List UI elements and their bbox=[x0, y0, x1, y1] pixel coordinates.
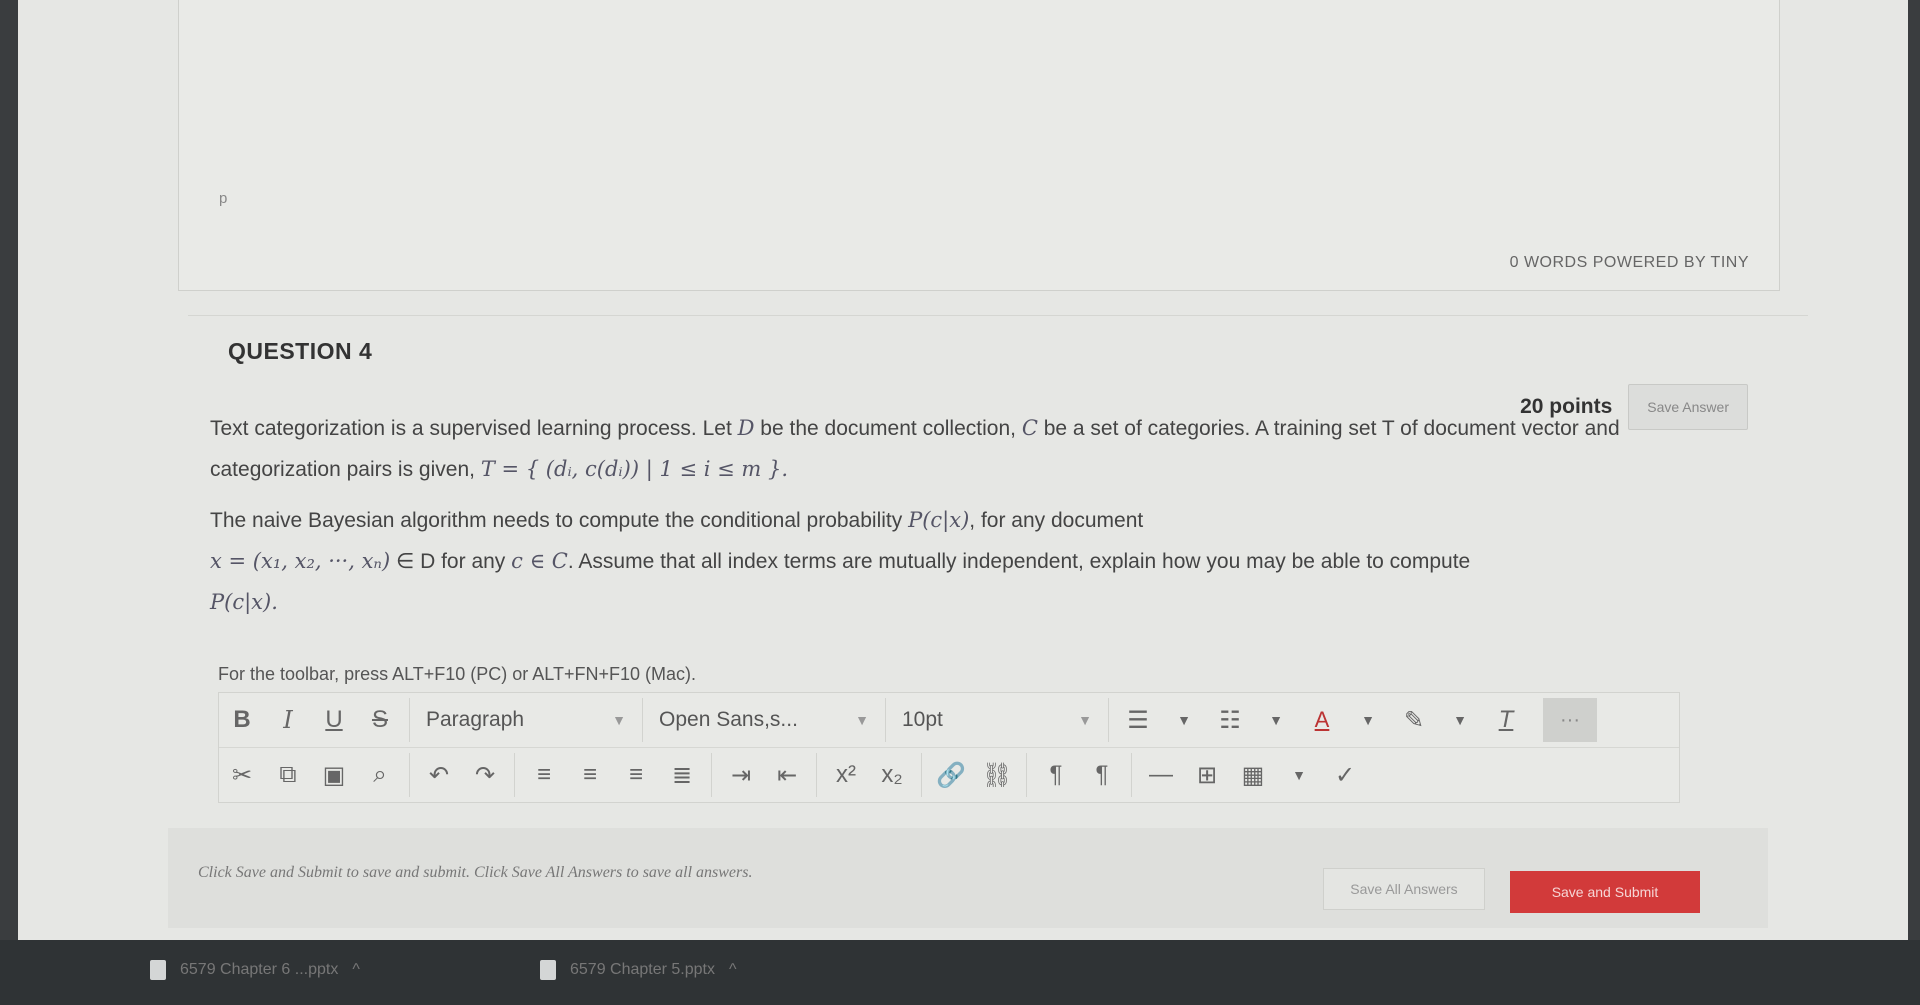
editor-toolbar: B I U S Paragraph ▼ Open Sans,s... ▼ 10pt ▼… bbox=[218, 692, 1680, 803]
chevron-down-icon[interactable]: ▼ bbox=[1276, 753, 1322, 797]
toolbar-divider bbox=[409, 753, 410, 797]
editor-status-bar: 0 WORDS POWERED BY TINY bbox=[1509, 254, 1749, 271]
paragraph-format-select[interactable]: Paragraph ▼ bbox=[416, 698, 636, 742]
toolbar-divider bbox=[409, 698, 410, 742]
downloads-bar: 6579 Chapter 6 ...pptx ^ 6579 Chapter 5.… bbox=[0, 940, 1920, 1005]
math-training-set: T = { (dᵢ, c(dᵢ)) | 1 ≤ i ≤ m }. bbox=[480, 457, 789, 481]
math-prob-end: P(c|x). bbox=[210, 590, 278, 614]
font-family-select[interactable]: Open Sans,s... ▼ bbox=[649, 698, 879, 742]
math-prob: P(c|x) bbox=[908, 508, 970, 532]
chevron-up-icon[interactable]: ^ bbox=[352, 961, 360, 979]
submission-instructions: Click Save and Submit to save and submit… bbox=[198, 864, 753, 881]
toolbar-divider bbox=[921, 753, 922, 797]
question-text: Text categorization is a supervised lear… bbox=[210, 408, 1670, 633]
download-item-2[interactable]: 6579 Chapter 5.pptx ^ bbox=[540, 960, 737, 980]
math-C: C bbox=[1021, 416, 1038, 440]
superscript-icon[interactable]: x² bbox=[823, 753, 869, 797]
question-paragraph-2: The naive Bayesian algorithm needs to co… bbox=[210, 508, 1471, 614]
align-right-icon[interactable]: ≡ bbox=[613, 753, 659, 797]
indent-icon[interactable]: ⇥ bbox=[718, 753, 764, 797]
previous-answer-editor[interactable]: p 0 WORDS POWERED BY TINY bbox=[178, 0, 1780, 291]
strikethrough-button[interactable]: S bbox=[357, 698, 403, 742]
chevron-down-icon[interactable]: ▼ bbox=[1161, 698, 1207, 742]
toolbar-divider bbox=[1131, 753, 1132, 797]
download-item-1[interactable]: 6579 Chapter 6 ...pptx ^ bbox=[150, 960, 360, 980]
browser-page: p 0 WORDS POWERED BY TINY QUESTION 4 20 … bbox=[18, 0, 1908, 940]
horizontal-rule-icon[interactable]: — bbox=[1138, 753, 1184, 797]
unlink-icon[interactable]: ⛓ bbox=[974, 753, 1020, 797]
save-all-answers-button[interactable]: Save All Answers bbox=[1323, 868, 1485, 910]
question-paragraph-1: Text categorization is a supervised lear… bbox=[210, 416, 1620, 481]
math-cat: c ∈ C bbox=[511, 549, 568, 573]
link-icon[interactable]: 🔗 bbox=[928, 753, 974, 797]
toolbar-divider bbox=[816, 753, 817, 797]
rtl-paragraph-icon[interactable]: ¶ bbox=[1079, 753, 1125, 797]
bold-button[interactable]: B bbox=[219, 698, 265, 742]
save-and-submit-button[interactable]: Save and Submit bbox=[1510, 871, 1700, 913]
toolbar-row-1: B I U S Paragraph ▼ Open Sans,s... ▼ 10pt ▼… bbox=[219, 693, 1679, 748]
table-icon[interactable]: ▦ bbox=[1230, 753, 1276, 797]
chevron-down-icon: ▼ bbox=[612, 712, 626, 728]
toolbar-divider bbox=[885, 698, 886, 742]
toolbar-row-2: ✂ ⧉ ▣ ⌕ ↶ ↷ ≡ ≡ ≡ ≣ ⇥ ⇤ x² x₂ 🔗 ⛓ ¶ ¶ — … bbox=[219, 748, 1679, 802]
more-options-button[interactable]: ··· bbox=[1543, 698, 1597, 742]
paste-icon[interactable]: ▣ bbox=[311, 753, 357, 797]
highlight-color-icon[interactable]: ✎ bbox=[1391, 698, 1437, 742]
align-center-icon[interactable]: ≡ bbox=[567, 753, 613, 797]
italic-button[interactable]: I bbox=[265, 698, 311, 742]
align-justify-icon[interactable]: ≣ bbox=[659, 753, 705, 797]
toolbar-divider bbox=[514, 753, 515, 797]
copy-icon[interactable]: ⧉ bbox=[265, 753, 311, 797]
toolbar-divider bbox=[1026, 753, 1027, 797]
undo-icon[interactable]: ↶ bbox=[416, 753, 462, 797]
chevron-down-icon: ▼ bbox=[1078, 712, 1092, 728]
toolbar-hint: For the toolbar, press ALT+F10 (PC) or A… bbox=[218, 664, 697, 684]
question-title: QUESTION 4 bbox=[228, 338, 373, 364]
redo-icon[interactable]: ↷ bbox=[462, 753, 508, 797]
underline-button[interactable]: U bbox=[311, 698, 357, 742]
toolbar-divider bbox=[1108, 698, 1109, 742]
insert-icon[interactable]: ⊞ bbox=[1184, 753, 1230, 797]
outdent-icon[interactable]: ⇤ bbox=[764, 753, 810, 797]
cut-icon[interactable]: ✂ bbox=[219, 753, 265, 797]
math-D: D bbox=[737, 416, 755, 440]
toolbar-divider bbox=[642, 698, 643, 742]
chevron-down-icon[interactable]: ▼ bbox=[1437, 698, 1483, 742]
file-icon bbox=[540, 960, 556, 980]
chevron-up-icon[interactable]: ^ bbox=[729, 961, 737, 979]
numbered-list-icon[interactable]: ☷ bbox=[1207, 698, 1253, 742]
editor-path-marker: p bbox=[219, 190, 228, 207]
chevron-down-icon[interactable]: ▼ bbox=[1253, 698, 1299, 742]
ltr-paragraph-icon[interactable]: ¶ bbox=[1033, 753, 1079, 797]
file-icon bbox=[150, 960, 166, 980]
submission-footer: Click Save and Submit to save and submit… bbox=[168, 828, 1768, 928]
bullet-list-icon[interactable]: ☰ bbox=[1115, 698, 1161, 742]
font-size-select[interactable]: 10pt ▼ bbox=[892, 698, 1102, 742]
text-color-icon[interactable]: A bbox=[1299, 698, 1345, 742]
question-4-block: QUESTION 4 20 points Save Answer Text ca… bbox=[188, 315, 1808, 856]
clear-format-icon[interactable]: T bbox=[1483, 698, 1529, 742]
toolbar-divider bbox=[711, 753, 712, 797]
chevron-down-icon: ▼ bbox=[855, 712, 869, 728]
align-left-icon[interactable]: ≡ bbox=[521, 753, 567, 797]
math-doc: x = (x₁, x₂, ···, xₙ) bbox=[210, 549, 391, 573]
chevron-down-icon[interactable]: ▼ bbox=[1345, 698, 1391, 742]
search-icon[interactable]: ⌕ bbox=[357, 753, 403, 797]
subscript-icon[interactable]: x₂ bbox=[869, 753, 915, 797]
spellcheck-icon[interactable]: ✓ bbox=[1322, 753, 1368, 797]
